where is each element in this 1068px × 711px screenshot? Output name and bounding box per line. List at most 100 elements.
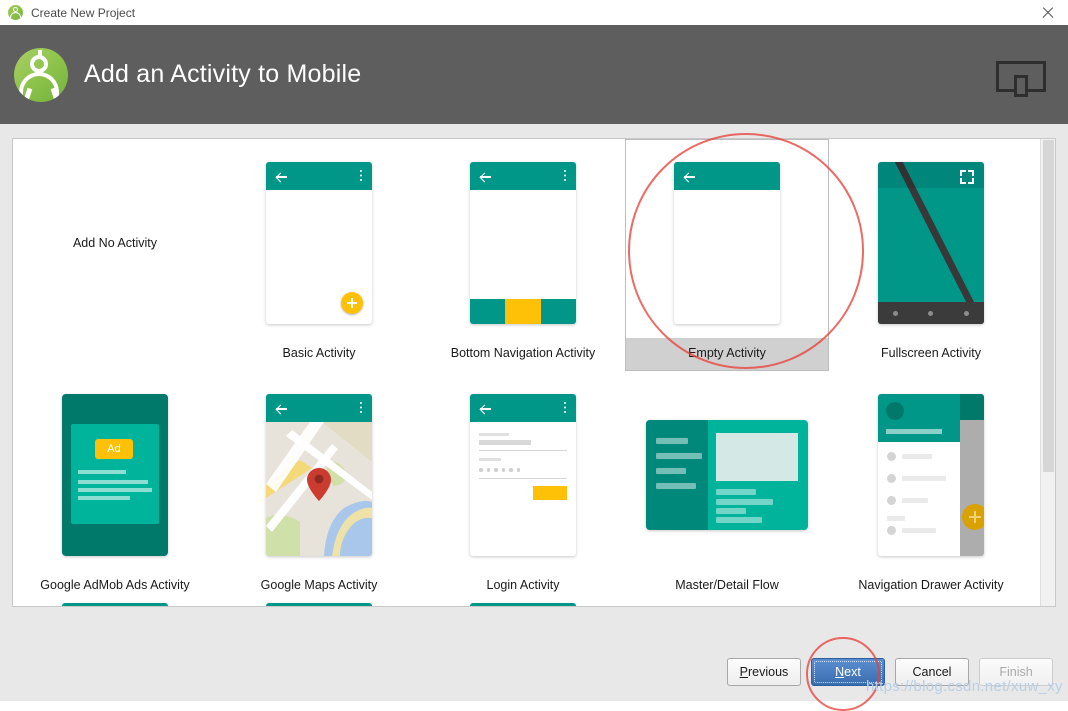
back-arrow-icon (480, 171, 491, 182)
tablet-phone-device-icon (996, 61, 1046, 97)
app-bar (266, 162, 372, 190)
android-studio-icon (8, 4, 24, 21)
template-label-master-detail-flow: Master/Detail Flow (675, 578, 779, 592)
template-cell-navigation-drawer-activity[interactable]: Navigation Drawer Activity (829, 371, 1033, 603)
drawer-item-icon (887, 526, 896, 535)
template-label-spacer (14, 338, 216, 370)
template-label-add-no-activity: Add No Activity (72, 236, 158, 250)
thumbnail-partial (266, 603, 372, 606)
template-label-login-activity: Login Activity (486, 578, 560, 592)
template-label-navigation-drawer-activity: Navigation Drawer Activity (858, 578, 1004, 592)
drawer-item-icon (887, 452, 896, 461)
floating-action-button-icon (962, 504, 984, 530)
template-grid: Add No Activity Basic Activity Bottom Na… (13, 139, 1033, 606)
back-arrow-icon (276, 171, 287, 182)
overflow-menu-icon (359, 170, 362, 173)
template-row: Add No Activity Basic Activity Bottom Na… (13, 139, 1033, 371)
username-label-placeholder (479, 433, 509, 436)
window-title: Create New Project (31, 5, 136, 20)
thumbnail-bottom-navigation-activity (422, 148, 624, 338)
floating-action-button-icon (341, 292, 363, 314)
cancel-button-label: Cancel (912, 665, 952, 679)
template-label-bottom-navigation-activity: Bottom Navigation Activity (450, 346, 596, 360)
android-studio-logo (14, 47, 68, 102)
finish-button: Finish (979, 658, 1053, 686)
template-cell-add-no-activity[interactable]: Add No Activity (13, 139, 217, 371)
thumbnail-master-detail-flow (626, 380, 828, 570)
bottom-navigation-bar (470, 299, 576, 324)
sign-in-button-placeholder (533, 486, 567, 500)
dialog-button-row: Previous Next Cancel Finish (727, 658, 1053, 686)
template-label-fullscreen-activity: Fullscreen Activity (880, 346, 982, 360)
previous-button-label: Previous (739, 665, 789, 679)
content-area: Add No Activity Basic Activity Bottom Na… (0, 124, 1068, 619)
template-cell-basic-activity[interactable]: Basic Activity (217, 139, 421, 371)
drawer-header (878, 394, 960, 442)
thumbnail-partial (62, 603, 168, 606)
thumbnail-google-admob-ads-activity: Ad (14, 380, 216, 570)
ad-badge: Ad (95, 439, 133, 459)
thumbnail-fullscreen-activity (830, 148, 1032, 338)
app-bar (674, 162, 780, 190)
previous-button[interactable]: Previous (727, 658, 801, 686)
master-list-pane (646, 420, 708, 530)
cancel-button[interactable]: Cancel (895, 658, 969, 686)
template-label-basic-activity: Basic Activity (282, 346, 356, 360)
overflow-menu-icon (563, 402, 566, 405)
thumbnail-partial (470, 603, 576, 606)
drawer-section-divider-label (887, 516, 905, 521)
fullscreen-expand-icon (960, 170, 974, 184)
password-label-placeholder (479, 458, 501, 461)
drawer-item-label (902, 454, 932, 459)
template-cell-empty-activity[interactable]: Empty Activity (625, 139, 829, 371)
close-icon[interactable] (1038, 3, 1058, 23)
back-arrow-icon (888, 171, 899, 182)
dialog-footer: Previous Next Cancel Finish (0, 619, 1068, 701)
back-arrow-icon (480, 403, 491, 414)
template-cell-google-maps-activity[interactable]: Google Maps Activity (217, 371, 421, 603)
avatar (886, 402, 904, 420)
app-bar (266, 394, 372, 422)
template-label-google-admob-ads-activity: Google AdMob Ads Activity (40, 578, 190, 592)
username-field-underline (479, 450, 567, 451)
template-row-partial (13, 603, 1033, 606)
drawer-item-label (902, 476, 946, 481)
thumbnail-add-no-activity: Add No Activity (14, 148, 216, 338)
template-row: Ad Google AdMob Ads Activity Google Maps… (13, 371, 1033, 603)
drawer-item-label (902, 528, 936, 533)
overflow-menu-icon (563, 170, 566, 173)
template-label-empty-activity: Empty Activity (626, 338, 828, 370)
system-navigation-bar (878, 302, 984, 324)
template-cell-master-detail-flow[interactable]: Master/Detail Flow (625, 371, 829, 603)
template-cell-login-activity[interactable]: Login Activity (421, 371, 625, 603)
drawer-item-label (902, 498, 928, 503)
gallery-scrollbar[interactable] (1040, 139, 1055, 606)
template-cell-fullscreen-activity[interactable]: Fullscreen Activity (829, 139, 1033, 371)
thumbnail-basic-activity (218, 148, 420, 338)
password-field-underline (479, 478, 567, 479)
template-cell-bottom-navigation-activity[interactable]: Bottom Navigation Activity (421, 139, 625, 371)
password-dots (479, 468, 520, 472)
drawer-item-icon (887, 496, 896, 505)
dialog-header: Add an Activity to Mobile (0, 25, 1068, 124)
window-titlebar: Create New Project (0, 0, 1068, 26)
map-illustration (266, 422, 372, 556)
username-value-placeholder (479, 440, 531, 445)
next-button[interactable]: Next (811, 658, 885, 686)
template-cell-google-admob-ads-activity[interactable]: Ad Google AdMob Ads Activity (13, 371, 217, 603)
detail-image-placeholder (716, 433, 798, 481)
template-label-google-maps-activity: Google Maps Activity (260, 578, 378, 592)
app-bar (470, 394, 576, 422)
overflow-menu-icon (359, 402, 362, 405)
map-canvas (266, 422, 372, 556)
thumbnail-login-activity (422, 380, 624, 570)
gallery-scrollbar-thumb[interactable] (1043, 140, 1054, 472)
thumbnail-empty-activity (626, 148, 828, 338)
finish-button-label: Finish (999, 665, 1033, 679)
back-arrow-icon (276, 403, 287, 414)
drawer-item-icon (887, 474, 896, 483)
drawer-account-name-placeholder (886, 429, 942, 434)
back-arrow-icon (684, 171, 695, 182)
app-bar (470, 162, 576, 190)
app-bar (960, 394, 984, 420)
